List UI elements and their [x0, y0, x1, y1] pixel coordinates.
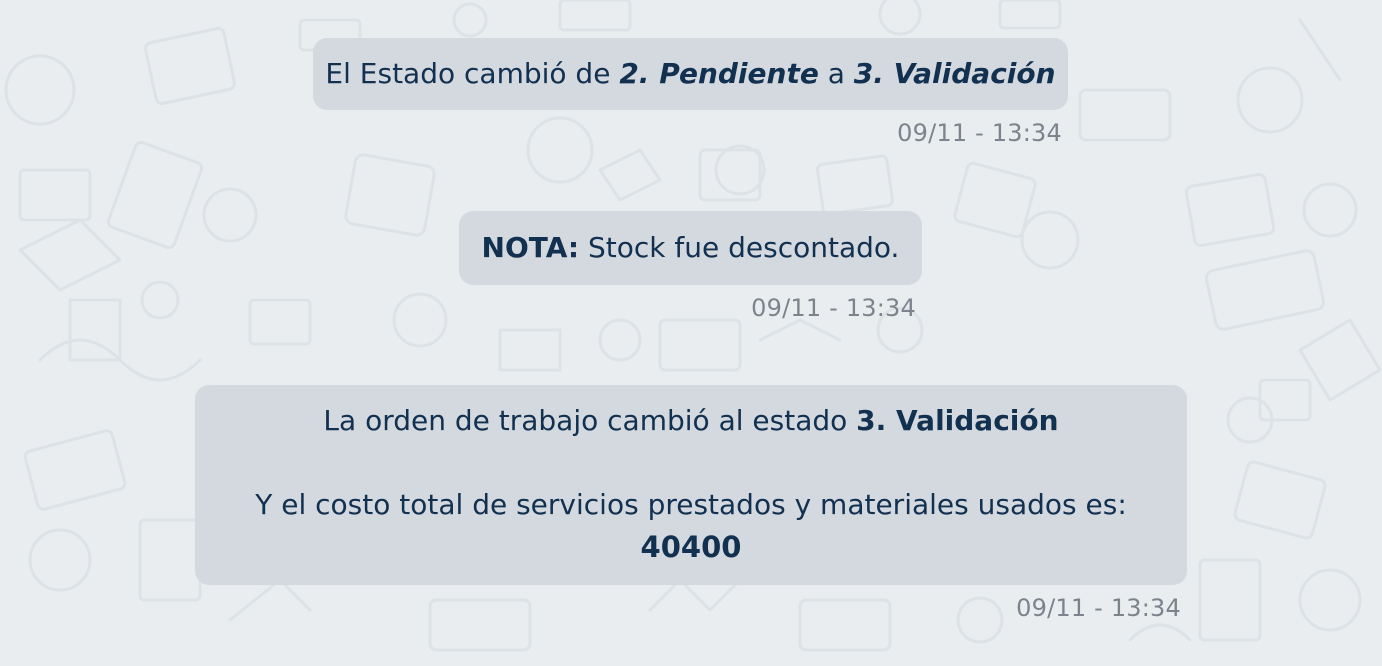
chat-feed: El Estado cambió de 2. Pendiente a 3. Va… [0, 0, 1382, 666]
total-cost-text: Y el costo total de servicios prestados … [255, 488, 1127, 521]
line-spacer [195, 441, 1187, 485]
to-state: 3. Validación [853, 57, 1056, 90]
from-state: 2. Pendiente [619, 57, 819, 90]
message-text-connector: a [818, 57, 854, 90]
work-order-status-text: La orden de trabajo cambió al estado [323, 404, 857, 437]
work-order-message: La orden de trabajo cambió al estado 3. … [195, 385, 1187, 624]
note-text: Stock fue descontado. [579, 231, 900, 264]
message-bubble: La orden de trabajo cambió al estado 3. … [195, 385, 1187, 585]
message-bubble: NOTA: Stock fue descontado. [459, 211, 922, 285]
message-timestamp: 09/11 - 13:34 [1016, 594, 1181, 622]
note-label: NOTA: [481, 231, 580, 264]
total-cost-value: 40400 [640, 530, 742, 564]
status-change-message: El Estado cambió de 2. Pendiente a 3. Va… [313, 38, 1068, 149]
work-order-state: 3. Validación [856, 404, 1059, 437]
message-text: El Estado cambió de [325, 57, 620, 90]
message-timestamp: 09/11 - 13:34 [897, 119, 1062, 147]
note-message: NOTA: Stock fue descontado. 09/11 - 13:3… [459, 211, 922, 324]
message-bubble: El Estado cambió de 2. Pendiente a 3. Va… [313, 38, 1068, 110]
work-order-status-line: La orden de trabajo cambió al estado 3. … [195, 401, 1187, 441]
message-timestamp: 09/11 - 13:34 [751, 294, 916, 322]
